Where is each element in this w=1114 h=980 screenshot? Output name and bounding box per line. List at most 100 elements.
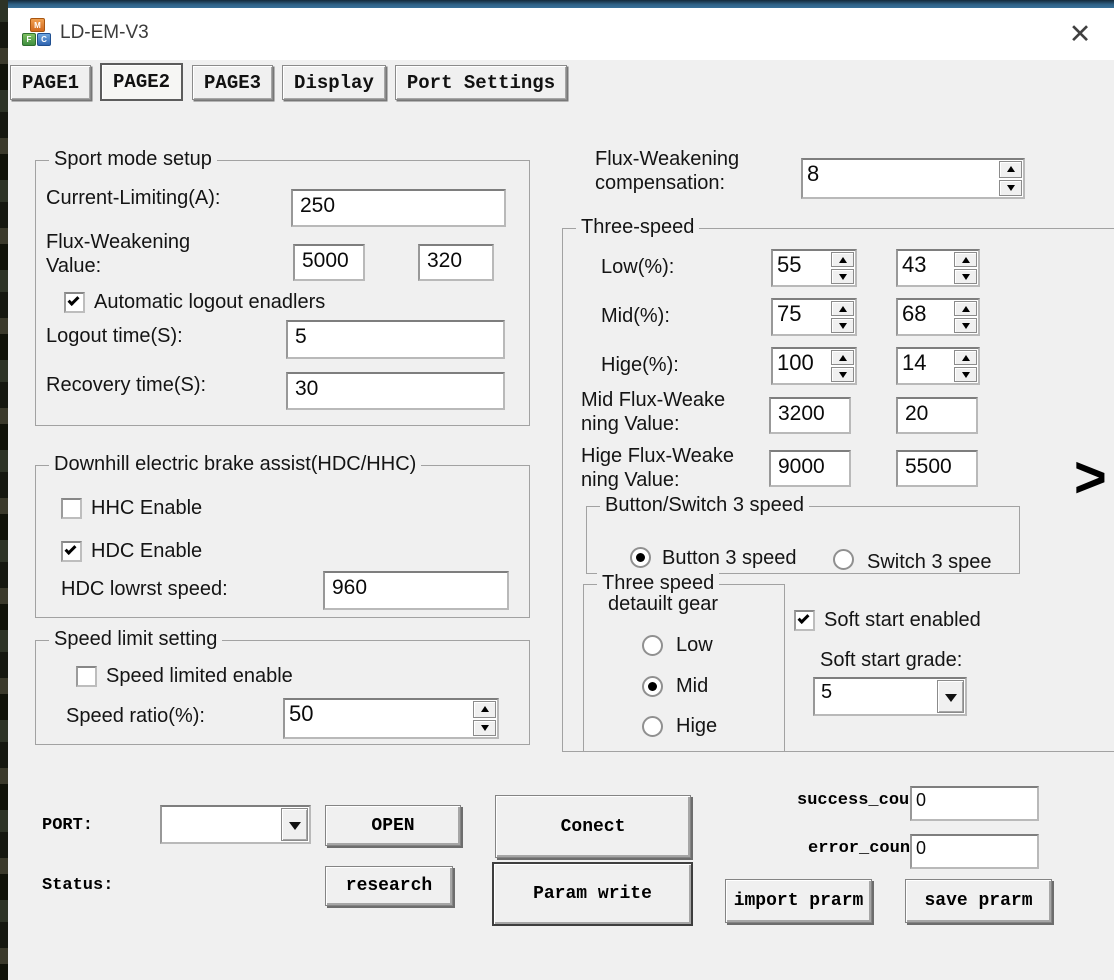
open-button[interactable]: OPEN <box>325 805 461 846</box>
switch-3-speed-label: Switch 3 spee <box>867 551 992 574</box>
low-spinner-2[interactable]: 43 <box>896 249 980 287</box>
spin-down-button[interactable] <box>954 318 977 333</box>
hige-flux-input-1[interactable]: 9000 <box>769 450 851 487</box>
app-icon-block-c: C <box>37 33 51 46</box>
save-param-button[interactable]: save prarm <box>905 879 1052 923</box>
speed-ratio-spinner[interactable]: 50 <box>283 698 499 739</box>
hige-label: Hige(%): <box>601 354 679 377</box>
group-hdc-title: Downhill electric brake assist(HDC/HHC) <box>49 453 421 476</box>
mid-spinner-2[interactable]: 68 <box>896 298 980 336</box>
spin-down-button[interactable] <box>831 367 854 382</box>
mid-flux-label-line2: ning Value: <box>581 413 680 436</box>
logout-time-input[interactable]: 5 <box>286 320 505 359</box>
spin-down-icon <box>839 372 847 382</box>
spin-up-button[interactable] <box>999 161 1022 178</box>
low-value-2[interactable]: 43 <box>898 251 953 285</box>
soft-start-grade-label: Soft start grade: <box>820 649 962 672</box>
overflow-arrow[interactable]: > <box>1074 442 1107 510</box>
spin-down-button[interactable] <box>954 269 977 284</box>
research-button[interactable]: research <box>325 866 453 906</box>
soft-start-checkbox[interactable] <box>794 610 815 631</box>
gear-mid-radio[interactable] <box>642 676 663 697</box>
soft-start-grade-select[interactable]: 5 <box>813 677 967 716</box>
dropdown-button[interactable] <box>937 680 964 713</box>
group-hdc: Downhill electric brake assist(HDC/HHC) … <box>35 465 530 618</box>
desktop-top-strip <box>0 0 1114 8</box>
spin-up-button[interactable] <box>473 701 496 718</box>
spin-up-button[interactable] <box>954 350 977 365</box>
recovery-time-input[interactable]: 30 <box>286 372 505 410</box>
switch-3-speed-radio[interactable] <box>833 549 854 570</box>
hige-flux-input-2[interactable]: 5500 <box>896 450 978 487</box>
speed-limited-checkbox[interactable] <box>76 666 97 687</box>
tab-page1[interactable]: PAGE1 <box>10 65 91 100</box>
tab-page3[interactable]: PAGE3 <box>192 65 273 100</box>
hige-spinner-1[interactable]: 100 <box>771 347 857 385</box>
flux-value-input-1[interactable]: 5000 <box>293 244 365 281</box>
check-icon <box>797 612 809 624</box>
spin-down-button[interactable] <box>473 720 496 737</box>
mid-value-1[interactable]: 75 <box>773 300 830 334</box>
hige-flux-label-line1: Hige Flux-Weake <box>581 445 734 468</box>
import-param-button[interactable]: import prarm <box>725 879 872 923</box>
group-button-switch-title: Button/Switch 3 speed <box>600 494 809 517</box>
app-icon: M F C <box>22 18 52 48</box>
group-speed-limit-title: Speed limit setting <box>49 628 222 651</box>
spin-up-button[interactable] <box>831 301 854 316</box>
auto-logout-label: Automatic logout enadlers <box>94 291 325 314</box>
mid-value-2[interactable]: 68 <box>898 300 953 334</box>
check-icon <box>64 543 76 555</box>
tab-page2[interactable]: PAGE2 <box>100 63 183 101</box>
port-select[interactable] <box>160 805 311 844</box>
group-three-speed: Three-speed Low(%): 55 43 Mid(%): 75 68 … <box>562 228 1114 752</box>
flux-comp-spinner[interactable]: 8 <box>801 158 1025 199</box>
flux-comp-spin-buttons <box>998 160 1023 197</box>
hdc-enable-checkbox[interactable] <box>61 541 82 562</box>
param-write-button[interactable]: Param write <box>492 862 693 926</box>
mid-label: Mid(%): <box>601 305 670 328</box>
current-limiting-input[interactable]: 250 <box>291 189 506 227</box>
port-value[interactable] <box>162 807 280 842</box>
success-count-input[interactable]: 0 <box>910 786 1039 821</box>
connect-button[interactable]: Conect <box>495 795 691 858</box>
group-button-switch: Button/Switch 3 speed Button 3 speed Swi… <box>586 506 1020 574</box>
flux-comp-value[interactable]: 8 <box>803 160 998 197</box>
speed-ratio-value[interactable]: 50 <box>285 700 472 737</box>
dropdown-button[interactable] <box>281 808 308 841</box>
flux-value-input-2[interactable]: 320 <box>418 244 494 281</box>
spin-up-button[interactable] <box>831 350 854 365</box>
current-limiting-label: Current-Limiting(A): <box>46 187 220 210</box>
spin-up-button[interactable] <box>831 252 854 267</box>
port-label: PORT: <box>42 816 93 835</box>
spin-down-icon <box>962 274 970 284</box>
auto-logout-checkbox[interactable] <box>64 292 85 313</box>
low-value-1[interactable]: 55 <box>773 251 830 285</box>
spin-down-button[interactable] <box>831 269 854 284</box>
spin-up-button[interactable] <box>954 301 977 316</box>
mid-spinner-1[interactable]: 75 <box>771 298 857 336</box>
gear-hige-radio[interactable] <box>642 716 663 737</box>
mid-flux-input-1[interactable]: 3200 <box>769 397 851 434</box>
gear-low-radio[interactable] <box>642 635 663 656</box>
mid-flux-input-2[interactable]: 20 <box>896 397 978 434</box>
mid-flux-label-line1: Mid Flux-Weake <box>581 389 725 412</box>
spin-down-button[interactable] <box>831 318 854 333</box>
spin-up-button[interactable] <box>954 252 977 267</box>
speed-limited-label: Speed limited enable <box>106 665 293 688</box>
flux-comp-label-line2: compensation: <box>595 172 725 195</box>
status-label: Status: <box>42 876 113 895</box>
spin-down-button[interactable] <box>954 367 977 382</box>
hige-value-2[interactable]: 14 <box>898 349 953 383</box>
tab-display[interactable]: Display <box>282 65 386 100</box>
hhc-enable-checkbox[interactable] <box>61 498 82 519</box>
soft-start-grade-value[interactable]: 5 <box>815 679 936 714</box>
low-spinner-1[interactable]: 55 <box>771 249 857 287</box>
hdc-lowest-speed-input[interactable]: 960 <box>323 571 509 610</box>
button-3-speed-radio[interactable] <box>630 547 651 568</box>
tab-port-settings[interactable]: Port Settings <box>395 65 567 100</box>
spin-down-button[interactable] <box>999 180 1022 197</box>
error-count-input[interactable]: 0 <box>910 834 1039 869</box>
close-icon[interactable]: ✕ <box>1060 16 1100 52</box>
hige-value-1[interactable]: 100 <box>773 349 830 383</box>
hige-spinner-2[interactable]: 14 <box>896 347 980 385</box>
